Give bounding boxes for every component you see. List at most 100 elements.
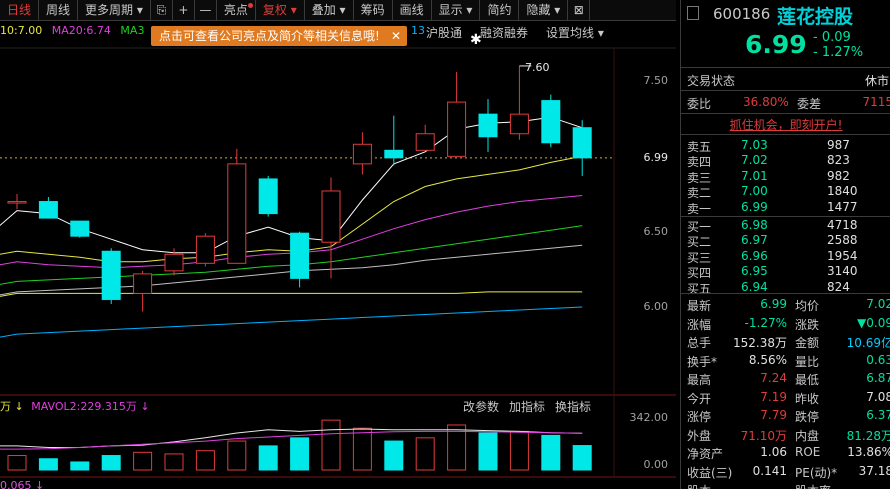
candle-body xyxy=(541,100,561,144)
status-label: 交易状态 xyxy=(687,74,736,88)
volume-links: 改参数 加指标 换指标 xyxy=(463,398,591,415)
candle-body xyxy=(133,273,153,294)
buy-level[interactable]: 买四 6.95 3140 xyxy=(687,264,890,280)
vol-unit-label: 万 ↓ xyxy=(0,400,24,413)
window-icon[interactable] xyxy=(687,6,699,20)
stat-value: 8.56% xyxy=(748,352,787,367)
stat-value: 7.79 xyxy=(760,408,787,422)
volume-bar xyxy=(541,434,561,471)
candle-body xyxy=(447,101,467,157)
level-volume: 4718 xyxy=(827,218,858,232)
candle-body xyxy=(38,201,58,219)
stat-label: 最新 xyxy=(687,299,712,313)
stat-value: 10.69亿 xyxy=(846,336,890,350)
weibi-value: 36.80% xyxy=(743,95,789,109)
volume-bar xyxy=(321,419,341,471)
open-account-link[interactable]: 抓住机会，即刻开户! xyxy=(681,116,890,133)
stock-code: 600186 xyxy=(713,5,771,23)
stat-value: 81.28万 xyxy=(846,428,890,443)
volume-bar xyxy=(415,437,435,471)
candle-body xyxy=(572,127,592,159)
change-params-link[interactable]: 改参数 xyxy=(463,398,499,415)
volume-bar xyxy=(352,427,372,471)
level-price: 7.02 xyxy=(741,153,768,168)
ma90-line xyxy=(0,291,583,297)
candle-body xyxy=(415,133,435,151)
stat-label: 跌停 xyxy=(795,410,820,424)
sell-level[interactable]: 卖一 6.99 1477 xyxy=(687,199,890,216)
stat-value: 7.08 xyxy=(866,389,890,404)
stat-label: 换手* xyxy=(687,354,718,369)
candle-body xyxy=(195,235,215,264)
kline-chart[interactable]: ✱ xyxy=(0,0,676,489)
switch-indicator-link[interactable]: 换指标 xyxy=(555,398,591,415)
volume-bar xyxy=(478,432,498,471)
stat-label: 量比 xyxy=(795,354,820,369)
highlight-tip[interactable]: 点击可查看公司亮点及简介等相关信息哦! ✕ xyxy=(151,26,407,46)
level-volume: 1477 xyxy=(827,199,858,214)
stat-row: 今开 7.19 昨收 7.08 xyxy=(687,390,890,409)
add-indicator-link[interactable]: 加指标 xyxy=(509,398,545,415)
volume-bar xyxy=(195,450,215,471)
stat-row: 涨幅 -1.27% 涨跌 ▼0.09 xyxy=(687,316,890,335)
last-price: 6.99 xyxy=(745,30,807,59)
stat-label: 收益(三) xyxy=(687,465,733,480)
star-icon: ✱ xyxy=(470,32,482,48)
level-volume: 824 xyxy=(827,279,850,294)
stat-label: 外盘 xyxy=(687,428,712,443)
level-price: 6.97 xyxy=(741,233,768,248)
tip-text: 点击可查看公司亮点及简介等相关信息哦! xyxy=(159,29,380,43)
candle-body xyxy=(290,232,310,279)
stat-label: 涨跌 xyxy=(795,317,820,332)
indicator-bottom-label: 0.065 ↓ xyxy=(0,479,45,489)
ma120-line xyxy=(0,306,583,338)
weibi-row: 委比 36.80% 委差 7115 xyxy=(681,93,890,113)
stat-value: 7.19 xyxy=(760,389,787,404)
weicha-value: 7115 xyxy=(862,95,890,109)
buy-level[interactable]: 买一 6.98 4718 xyxy=(687,218,890,234)
stat-value: ▼0.09 xyxy=(857,315,890,330)
candle-body xyxy=(384,149,404,159)
volume-bar xyxy=(38,458,58,471)
stat-label: 股本率 xyxy=(795,482,831,489)
buy-level[interactable]: 买二 6.97 2588 xyxy=(687,233,890,249)
volume-bar xyxy=(290,437,310,471)
divider xyxy=(681,215,890,217)
stat-row: 股本 股本率 xyxy=(687,482,890,489)
candle-body xyxy=(101,250,121,300)
stat-row: 总手 152.38万 金额 10.69亿 xyxy=(687,334,890,353)
change-pct: - 1.27% xyxy=(813,45,864,60)
stat-label: 股本 xyxy=(687,482,711,489)
candle-body xyxy=(164,253,184,272)
sell-level[interactable]: 卖二 7.00 1840 xyxy=(687,184,890,200)
status-value: 休市 xyxy=(864,74,889,88)
stat-label: ROE xyxy=(795,445,821,459)
level-price: 6.95 xyxy=(741,264,768,279)
divider xyxy=(681,90,890,91)
axis-label-650: 6.50 xyxy=(643,225,669,238)
sell-level[interactable]: 卖五 7.03 987 xyxy=(687,138,890,154)
candle-body xyxy=(478,113,498,138)
sell-level[interactable]: 卖四 7.02 823 xyxy=(687,153,890,169)
axis-label-699: 6.99 xyxy=(643,151,669,164)
level-volume: 823 xyxy=(827,153,850,168)
stat-label: 涨停 xyxy=(687,410,712,424)
divider xyxy=(681,134,890,135)
volume-bar xyxy=(258,445,278,471)
buy-level[interactable]: 买三 6.96 1954 xyxy=(687,248,890,265)
divider xyxy=(681,293,890,294)
stat-value: 7.02 xyxy=(866,297,890,311)
sell-level[interactable]: 卖三 7.01 982 xyxy=(687,168,890,185)
level-label: 买五 xyxy=(687,281,712,296)
level-volume: 1954 xyxy=(827,248,858,263)
vol-axis-bottom: 0.00 xyxy=(643,458,669,471)
buy-level[interactable]: 买五 6.94 824 xyxy=(687,279,890,296)
level-volume: 982 xyxy=(827,168,850,183)
high-marker-label: 7.60 xyxy=(525,61,550,74)
stat-label: 内盘 xyxy=(795,428,820,443)
candle-body xyxy=(227,163,247,264)
stat-label: 涨幅 xyxy=(687,317,712,332)
stat-row: 净资产 1.06 ROE 13.86% xyxy=(687,445,890,464)
close-icon[interactable]: ✕ xyxy=(391,26,401,46)
volume-bar xyxy=(384,440,404,471)
